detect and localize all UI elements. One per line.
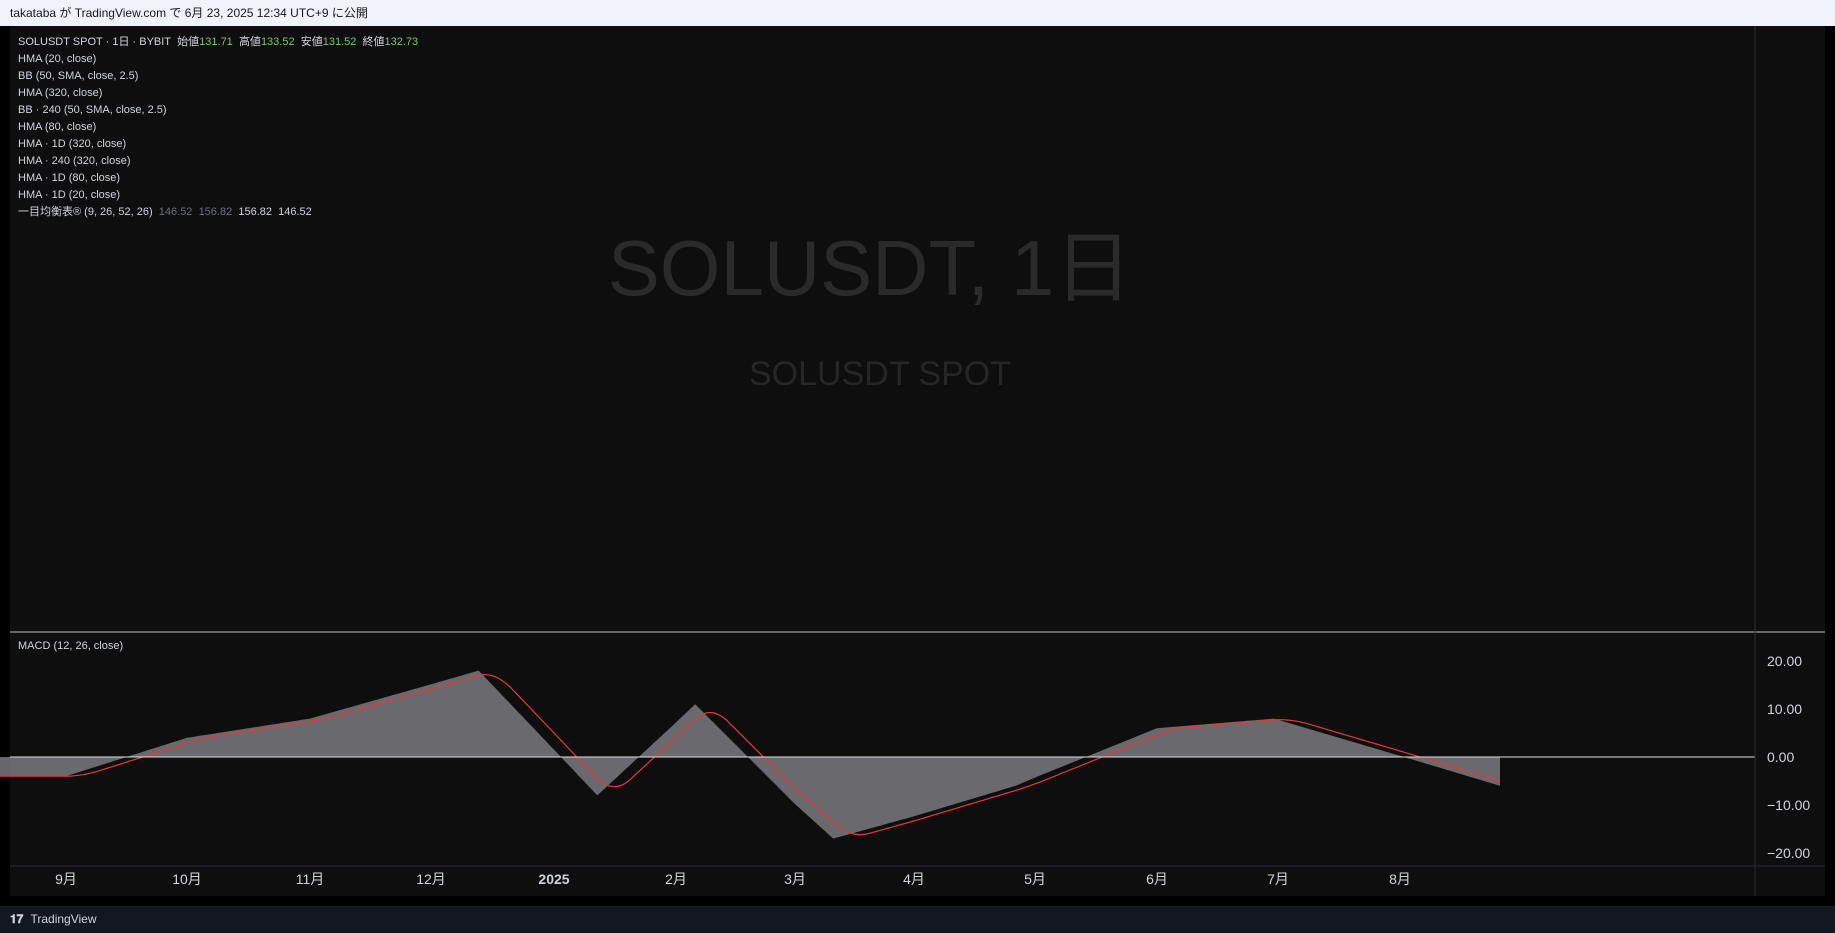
- ichimoku-label: 一目均衡表® (9, 26, 52, 26): [18, 206, 153, 218]
- legend-indicator[interactable]: HMA (320, close): [18, 85, 418, 102]
- legend-indicator[interactable]: BB (50, SMA, close, 2.5): [18, 68, 418, 85]
- macd-axis-tick: −20.00: [1767, 845, 1810, 861]
- time-axis-label: 4月: [903, 871, 925, 887]
- time-axis-label: 10月: [172, 871, 202, 887]
- legend-low: 131.52: [322, 36, 357, 48]
- legend-symbol: SOLUSDT SPOT · 1日 · BYBIT: [18, 36, 172, 48]
- legend-low-label: 安値: [300, 36, 323, 48]
- watermark-main: SOLUSDT, 1日: [608, 224, 1132, 312]
- time-axis-label: 6月: [1146, 871, 1168, 887]
- watermark-sub: SOLUSDT SPOT: [749, 355, 1011, 393]
- macd-axis-tick: −10.00: [1767, 797, 1810, 813]
- footer: 𝟏𝟕 TradingView: [0, 906, 1835, 933]
- time-axis-label: 8月: [1389, 871, 1411, 887]
- legend-indicator[interactable]: HMA · 1D (320, close): [18, 136, 418, 153]
- tradingview-logo-icon: 𝟏𝟕: [10, 912, 24, 926]
- chart-legend: SOLUSDT SPOT · 1日 · BYBIT 始値131.71 高値133…: [18, 34, 418, 221]
- ichimoku-value: 146.52: [278, 206, 312, 218]
- macd-axis-tick: 20.00: [1767, 653, 1802, 669]
- legend-symbol-row: SOLUSDT SPOT · 1日 · BYBIT 始値131.71 高値133…: [18, 34, 418, 51]
- ichimoku-value: 156.82: [198, 206, 233, 218]
- legend-indicator[interactable]: BB · 240 (50, SMA, close, 2.5): [18, 102, 418, 119]
- legend-indicator[interactable]: HMA (80, close): [18, 119, 418, 136]
- legend-close-label: 終値: [362, 36, 385, 48]
- macd-histogram[interactable]: [0, 670, 1500, 839]
- time-axis-label: 11月: [296, 871, 325, 887]
- legend-high-label: 高値: [238, 36, 261, 48]
- time-axis-label: 12月: [416, 871, 446, 887]
- ichimoku-value: 146.52: [158, 206, 193, 218]
- legend-indicator[interactable]: HMA · 1D (80, close): [18, 170, 418, 187]
- time-axis-label: 9月: [55, 871, 77, 887]
- legend-ichimoku[interactable]: 一目均衡表® (9, 26, 52, 26) 146.52 156.82 156…: [18, 204, 418, 221]
- time-axis-label: 7月: [1267, 871, 1289, 887]
- time-axis-label: 2月: [665, 871, 687, 887]
- legend-close: 132.73: [384, 36, 419, 48]
- time-axis-label: 3月: [784, 871, 806, 887]
- macd-axis-tick: 10.00: [1767, 701, 1802, 717]
- legend-indicator[interactable]: HMA · 1D (20, close): [18, 187, 418, 204]
- time-axis-label: 2025: [538, 871, 569, 887]
- macd-axis-tick: 0.00: [1767, 749, 1794, 765]
- time-axis-label: 5月: [1024, 871, 1046, 887]
- ichimoku-value: 156.82: [238, 206, 272, 218]
- macd-title[interactable]: MACD (12, 26, close): [18, 640, 123, 652]
- legend-high: 133.52: [260, 36, 295, 48]
- legend-indicator[interactable]: HMA (20, close): [18, 51, 418, 68]
- legend-open-label: 始値: [177, 36, 200, 48]
- legend-open: 131.71: [199, 36, 233, 48]
- footer-brand: TradingView: [30, 912, 97, 926]
- legend-indicator[interactable]: HMA · 240 (320, close): [18, 153, 418, 170]
